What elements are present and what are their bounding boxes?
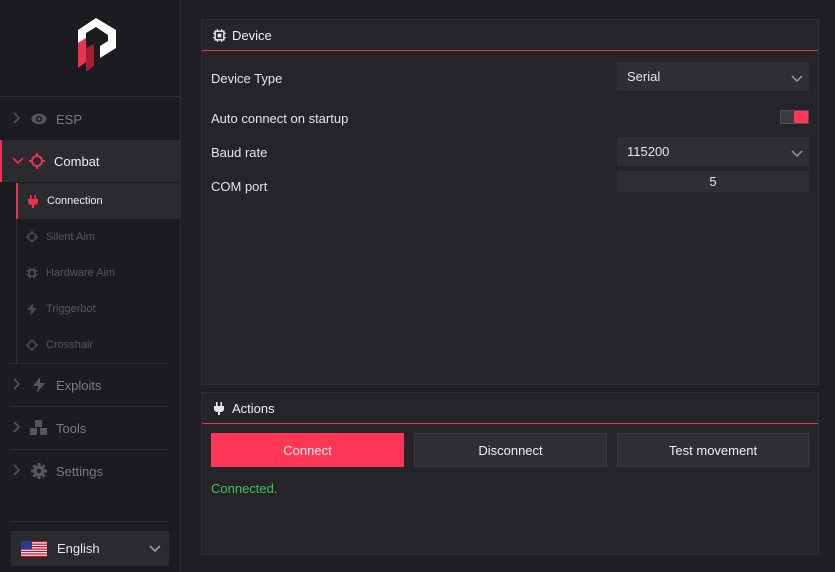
- sidebar-subitem-label: Connection: [47, 195, 103, 207]
- chevron-right-icon: [12, 420, 22, 436]
- plug-icon: [26, 194, 40, 208]
- us-flag-icon: [21, 540, 47, 557]
- sidebar-item-settings[interactable]: Settings: [0, 450, 181, 492]
- sidebar-subitem-silent-aim[interactable]: Silent Aim: [16, 219, 181, 255]
- device-type-label: Device Type: [211, 71, 283, 86]
- language-select[interactable]: English: [11, 531, 169, 566]
- chevron-down-icon: [791, 146, 803, 161]
- chevron-down-icon: [149, 541, 161, 556]
- sidebar-item-label: ESP: [56, 111, 83, 127]
- chevron-right-icon: [12, 377, 22, 393]
- test-movement-button[interactable]: Test movement: [617, 433, 809, 467]
- crosshair-icon: [28, 152, 46, 170]
- actions-panel: Actions Connect Disconnect Test movement…: [201, 392, 819, 555]
- auto-connect-toggle[interactable]: [780, 110, 809, 124]
- sidebar-subitem-label: Hardware Aim: [46, 267, 116, 279]
- device-panel: Device Device Type Serial Auto connect o…: [201, 19, 819, 385]
- com-port-input[interactable]: 5: [617, 171, 809, 192]
- sidebar-subitem-label: Triggerbot: [46, 303, 96, 315]
- sidebar-item-exploits[interactable]: Exploits: [0, 364, 181, 406]
- actions-panel-header: Actions: [202, 393, 818, 424]
- crosshair-icon: [25, 230, 39, 244]
- cubes-icon: [30, 419, 48, 437]
- nav-divider: [10, 521, 168, 522]
- plug-icon: [212, 401, 226, 415]
- toggle-knob: [794, 111, 808, 123]
- baud-rate-label: Baud rate: [211, 145, 268, 160]
- connect-button[interactable]: Connect: [211, 433, 404, 467]
- sidebar-item-label: Exploits: [56, 377, 102, 393]
- language-label: English: [57, 541, 100, 556]
- sidebar: ESP Combat Connection Silent Aim Hardwar…: [0, 0, 181, 572]
- actions-panel-title: Actions: [232, 400, 275, 416]
- device-panel-title: Device: [232, 27, 272, 43]
- bolt-icon: [25, 302, 39, 316]
- sidebar-item-label: Settings: [56, 463, 103, 479]
- chevron-down-icon: [12, 154, 24, 168]
- auto-connect-label: Auto connect on startup: [211, 111, 349, 126]
- device-type-select[interactable]: Serial: [617, 62, 809, 91]
- chevron-right-icon: [12, 111, 22, 127]
- gear-icon: [30, 462, 48, 480]
- bolt-icon: [30, 376, 48, 394]
- com-port-label: COM port: [211, 179, 268, 194]
- chevron-down-icon: [791, 71, 803, 86]
- sidebar-subitem-label: Crosshair: [46, 339, 94, 351]
- crosshair-icon: [25, 338, 39, 352]
- sidebar-item-label: Tools: [56, 420, 87, 436]
- baud-rate-value: 115200: [627, 144, 670, 159]
- baud-rate-select[interactable]: 115200: [617, 137, 809, 166]
- sidebar-item-combat[interactable]: Combat: [0, 140, 181, 182]
- sidebar-subitem-connection[interactable]: Connection: [16, 183, 181, 219]
- connection-status: Connected.: [211, 481, 278, 496]
- sidebar-subitem-hardware-aim[interactable]: Hardware Aim: [16, 255, 181, 291]
- sidebar-item-esp[interactable]: ESP: [0, 98, 181, 140]
- device-type-value: Serial: [627, 69, 661, 84]
- app-logo: [0, 0, 181, 97]
- sidebar-subitem-triggerbot[interactable]: Triggerbot: [16, 291, 181, 327]
- disconnect-button[interactable]: Disconnect: [414, 433, 607, 467]
- device-panel-header: Device: [202, 20, 818, 51]
- chip-icon: [25, 266, 39, 280]
- chevron-right-icon: [12, 463, 22, 479]
- chip-icon: [212, 28, 226, 42]
- sidebar-subitem-label: Silent Aim: [46, 231, 95, 243]
- sidebar-item-tools[interactable]: Tools: [0, 407, 181, 449]
- sidebar-subitem-crosshair[interactable]: Crosshair: [16, 327, 181, 363]
- eye-icon: [30, 110, 48, 128]
- sidebar-item-label: Combat: [54, 153, 100, 169]
